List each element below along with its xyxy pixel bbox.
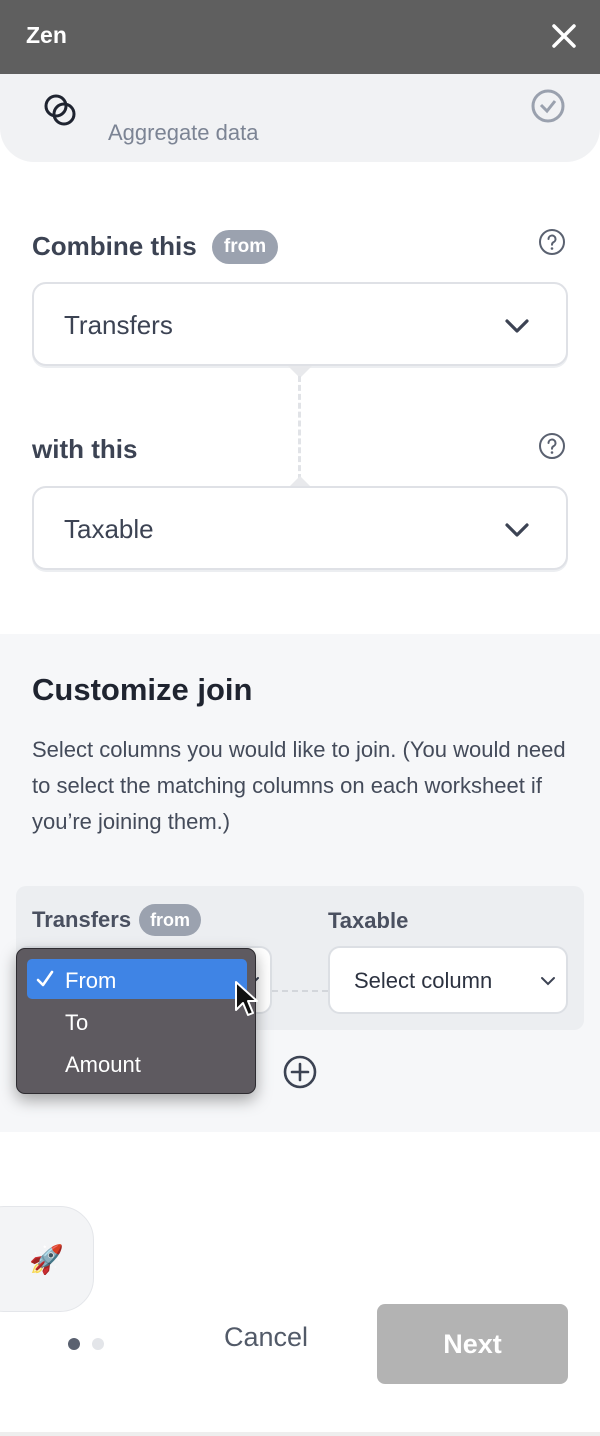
question-circle-icon[interactable] (538, 432, 566, 460)
column-connector (272, 990, 328, 992)
left-table-label: Transfers (32, 907, 132, 932)
next-button[interactable]: Next (377, 1304, 568, 1384)
right-column-select[interactable]: Select column (328, 946, 568, 1014)
pagination-dot (92, 1338, 104, 1350)
mouse-cursor-icon (235, 981, 258, 1016)
rocket-launcher-button[interactable]: 🚀 (0, 1206, 94, 1312)
check-circle-icon (531, 89, 565, 123)
close-icon[interactable] (550, 22, 578, 50)
rocket-icon: 🚀 (29, 1244, 64, 1275)
combine-label-row: Combine this from (32, 230, 279, 264)
app-header: Zen (0, 0, 600, 74)
combine-label: Combine this (32, 231, 197, 261)
right-table-label: Taxable (328, 908, 409, 933)
dropdown-option-label: To (65, 1010, 89, 1035)
column-dropdown-menu: From To Amount (16, 948, 256, 1094)
dropdown-option-to[interactable]: To (27, 1001, 247, 1041)
cancel-button[interactable]: Cancel (206, 1322, 326, 1366)
pagination-dot-active (68, 1338, 80, 1350)
dashed-connector (298, 376, 302, 480)
plus-circle-icon[interactable] (282, 1054, 318, 1090)
dropdown-option-from[interactable]: From (27, 959, 247, 999)
dropdown-option-label: From (65, 968, 117, 993)
from-badge: from (139, 904, 202, 936)
left-table-label-row: Transfers from (32, 904, 202, 936)
app-title: Zen (26, 22, 67, 48)
customize-description: Select columns you would like to join. (… (32, 737, 566, 834)
chevron-down-icon (505, 319, 529, 333)
with-select[interactable]: Taxable (32, 486, 568, 570)
join-circles-icon (44, 94, 76, 126)
checkmark-icon (36, 970, 54, 987)
bottom-divider (0, 1432, 600, 1436)
chevron-down-icon (505, 523, 529, 537)
chevron-down-icon (541, 977, 555, 986)
combine-select[interactable]: Transfers (32, 282, 568, 366)
combine-select-value: Transfers (64, 310, 173, 340)
customize-title: Customize join (32, 672, 253, 707)
with-label: with this (32, 434, 138, 464)
right-column-select-value: Select column (354, 968, 493, 993)
with-select-value: Taxable (64, 514, 154, 544)
question-circle-icon[interactable] (538, 228, 566, 256)
dropdown-option-amount[interactable]: Amount (27, 1043, 247, 1083)
dropdown-option-label: Amount (65, 1052, 141, 1077)
zen-join-panel: Aggregate data Zen Combine this from Tra… (0, 0, 600, 1436)
aggregate-label: Aggregate data (108, 120, 259, 145)
from-badge: from (211, 230, 279, 264)
